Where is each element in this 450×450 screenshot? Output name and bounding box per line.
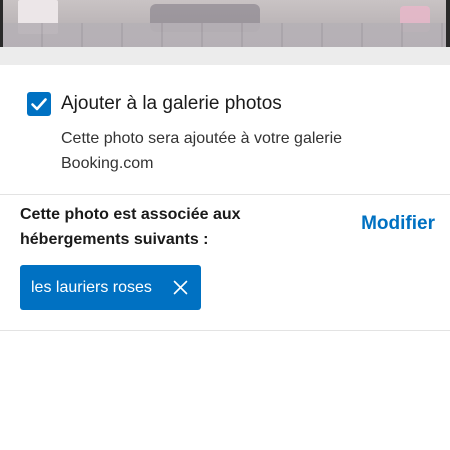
property-chip[interactable]: les lauriers roses xyxy=(20,265,201,310)
add-to-gallery-label[interactable]: Ajouter à la galerie photos xyxy=(61,93,282,115)
section-divider xyxy=(0,330,450,331)
preview-separator xyxy=(0,47,450,65)
add-to-gallery-description: Cette photo sera ajoutée à votre galerie… xyxy=(61,130,343,172)
photo-floor xyxy=(3,23,446,47)
check-icon xyxy=(31,98,47,111)
close-icon[interactable] xyxy=(173,280,188,295)
photo-upload-screen: Ajouter à la galerie photos Cette photo … xyxy=(0,0,450,450)
associated-properties-title: Cette photo est associée aux hébergement… xyxy=(20,206,241,248)
property-chip-label: les lauriers roses xyxy=(31,278,152,296)
photo-frame xyxy=(446,0,450,47)
modify-link[interactable]: Modifier xyxy=(361,213,435,235)
add-to-gallery-checkbox[interactable] xyxy=(27,92,51,116)
section-divider xyxy=(0,194,450,195)
photo-preview xyxy=(0,0,450,47)
